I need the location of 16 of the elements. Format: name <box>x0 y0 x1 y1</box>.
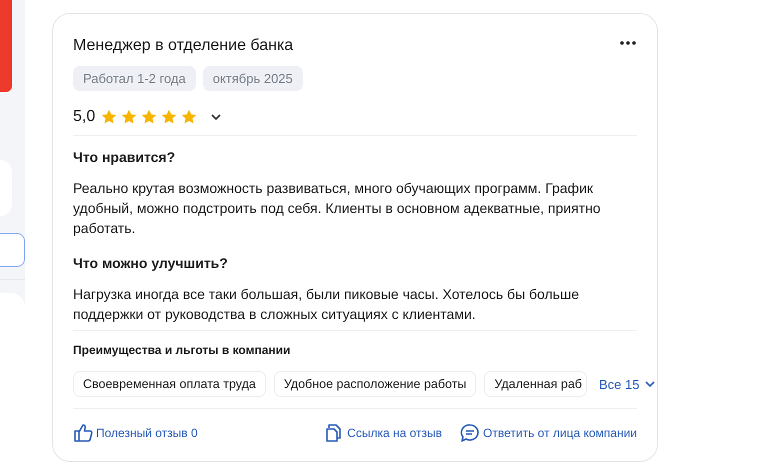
benefit-chip: Своевременная оплата труда <box>73 371 266 397</box>
tag: октябрь 2025 <box>202 66 303 91</box>
action-link[interactable]: Полезный отзыв 0 <box>73 423 198 443</box>
action-link[interactable]: Ссылка на отзыв <box>324 423 442 443</box>
section-heading: Что нравится? <box>73 149 176 165</box>
rating-value: 5,0 <box>73 108 96 126</box>
section-heading: Что можно улучшить? <box>73 255 229 271</box>
benefit-chip: Удобное расположение работы <box>274 371 476 397</box>
section-text: Нагрузка иногда все таки большая, были пиковые часы. Хотелось бы больше поддержки от руководства в сложных ситуациях с клиентами. <box>73 285 580 324</box>
show-all-button[interactable]: Все 15 <box>594 376 660 392</box>
tag: Работал 1-2 года <box>73 66 196 91</box>
section-heading: Преимущества и льготы в компании <box>73 343 292 357</box>
review-title: Менеджер в отделение банка <box>73 37 294 55</box>
action-link[interactable]: Ответить от лица компании <box>460 423 637 443</box>
section-text: Реально крутая возможность развиваться, много обучающих программ. График удобный, можно подстроить под себя. Клиенты в основном адекватные, приятно работать. <box>73 179 602 238</box>
benefit-chip: Удаленная раб <box>484 371 587 397</box>
